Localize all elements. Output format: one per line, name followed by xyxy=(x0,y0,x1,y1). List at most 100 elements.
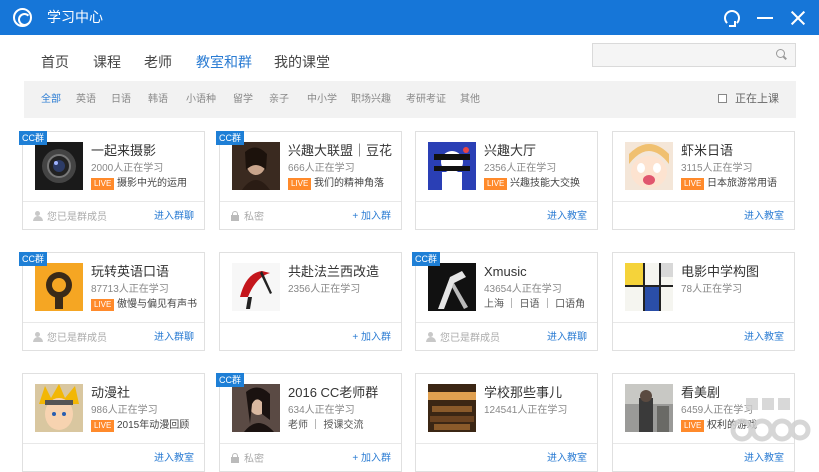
learner-count: 87713人正在学习 xyxy=(91,284,169,295)
filter-other[interactable]: 其他 xyxy=(460,94,480,106)
minimize-icon[interactable] xyxy=(756,9,774,27)
live-badge: LIVE xyxy=(681,178,705,190)
privacy-status: 私密 xyxy=(230,211,264,224)
enter-classroom-link[interactable]: 进入教室 xyxy=(547,211,587,223)
search-box xyxy=(592,43,796,67)
classroom-title: 虾米日语 xyxy=(681,143,734,158)
live-badge: LIVE xyxy=(484,178,508,190)
enter-classroom-link[interactable]: 进入教室 xyxy=(744,211,784,223)
group-thumbnail xyxy=(35,142,83,190)
tab-my-classes[interactable]: 我的课堂 xyxy=(274,53,330,71)
filter-all[interactable]: 全部 xyxy=(41,94,61,106)
card-footer: 进入教室 xyxy=(613,443,794,472)
join-group-link[interactable]: + 加入群 xyxy=(352,211,391,223)
classroom-card[interactable]: 兴趣大厅 2356人正在学习 LIVE 兴趣技能大交换 进入教室 xyxy=(415,131,598,230)
learner-count: 6459人正在学习 xyxy=(681,405,754,416)
enter-group-chat-link[interactable]: 进入群聊 xyxy=(154,332,194,344)
enter-classroom-link[interactable]: 进入教室 xyxy=(154,453,194,465)
online-only-checkbox[interactable] xyxy=(718,94,727,103)
classroom-title: 动漫社 xyxy=(91,385,131,400)
group-card[interactable]: 共赴法兰西改造 2356人正在学习 + 加入群 xyxy=(219,252,402,351)
membership-status: 您已是群成员 xyxy=(426,332,500,345)
card-footer: 进入教室 xyxy=(613,322,794,351)
live-topic: 兴趣技能大交换 xyxy=(510,178,580,189)
live-topic: 日本旅游常用语 xyxy=(707,178,777,189)
cc-group-tag: CC群 xyxy=(412,252,440,266)
filter-japanese[interactable]: 日语 xyxy=(111,94,131,106)
join-group-link[interactable]: + 加入群 xyxy=(352,332,391,344)
lock-icon xyxy=(230,211,241,221)
learner-count: 634人正在学习 xyxy=(288,405,355,416)
search-icon[interactable] xyxy=(776,49,787,60)
classroom-card[interactable]: 看美剧 6459人正在学习 LIVE 权利的游戏 进入教室 xyxy=(612,373,795,472)
filter-bar: 全部 英语 日语 韩语 小语种 留学 亲子 中小学 职场兴趣 考研考证 其他 正… xyxy=(24,81,796,118)
app-title: 学习中心 xyxy=(47,9,103,25)
enter-group-chat-link[interactable]: 进入群聊 xyxy=(547,332,587,344)
filter-english[interactable]: 英语 xyxy=(76,94,96,106)
card-footer: 进入教室 xyxy=(613,201,794,230)
learner-count: 666人正在学习 xyxy=(288,163,355,174)
tab-teachers[interactable]: 老师 xyxy=(144,53,172,71)
learner-count: 2356人正在学习 xyxy=(484,163,557,174)
classroom-thumbnail xyxy=(35,384,83,432)
cc-group-tag: CC群 xyxy=(19,131,47,145)
card-footer: 进入教室 xyxy=(416,443,597,472)
group-card[interactable]: CC群 Xmusic 43654人正在学习 上海 ｜ 日语 ｜ 口语角 您已是群… xyxy=(412,252,598,351)
cc-group-tag: CC群 xyxy=(19,252,47,266)
join-group-link[interactable]: + 加入群 xyxy=(352,453,391,465)
online-only-label: 正在上课 xyxy=(735,93,779,105)
filter-k12[interactable]: 中小学 xyxy=(307,94,337,106)
group-card[interactable]: CC群 一起来摄影 2000人正在学习 LIVE 摄影中光的运用 您已是群成员 … xyxy=(19,131,205,230)
classroom-title: 看美剧 xyxy=(681,385,721,400)
cc-group-tag: CC群 xyxy=(216,373,244,387)
close-icon[interactable] xyxy=(789,9,807,27)
headset-icon[interactable] xyxy=(722,9,740,27)
group-thumbnail xyxy=(232,263,280,311)
group-title: 玩转英语口语 xyxy=(91,264,170,279)
member-icon xyxy=(33,332,44,342)
classroom-card[interactable]: 动漫社 986人正在学习 LIVE 2015年动漫回顾 进入教室 xyxy=(22,373,205,472)
classroom-thumbnail xyxy=(428,142,476,190)
cc-group-tag: CC群 xyxy=(216,131,244,145)
group-card[interactable]: CC群 兴趣大联盟｜豆花 666人正在学习 LIVE 我们的精神角落 私密 + … xyxy=(216,131,402,230)
enter-classroom-link[interactable]: 进入教室 xyxy=(744,332,784,344)
enter-classroom-link[interactable]: 进入教室 xyxy=(547,453,587,465)
group-title: 兴趣大联盟｜豆花 xyxy=(288,143,393,158)
classroom-thumbnail xyxy=(625,384,673,432)
classroom-card[interactable]: 虾米日语 3115人正在学习 LIVE 日本旅游常用语 进入教室 xyxy=(612,131,795,230)
search-input[interactable] xyxy=(593,44,769,66)
learner-count: 3115人正在学习 xyxy=(681,163,753,174)
enter-group-chat-link[interactable]: 进入群聊 xyxy=(154,211,194,223)
group-tags: 老师 ｜ 授课交流 xyxy=(288,420,364,431)
filter-minor-languages[interactable]: 小语种 xyxy=(186,94,216,106)
tab-home[interactable]: 首页 xyxy=(41,53,69,71)
group-title: 一起来摄影 xyxy=(91,143,157,158)
classroom-title: 电影中学构图 xyxy=(681,264,760,279)
live-topic: 我们的精神角落 xyxy=(314,178,384,189)
tab-classrooms-groups[interactable]: 教室和群 xyxy=(196,53,252,71)
live-topic: 2015年动漫回顾 xyxy=(117,420,190,431)
classroom-card[interactable]: 电影中学构图 78人正在学习 进入教室 xyxy=(612,252,795,351)
group-card[interactable]: CC群 2016 CC老师群 634人正在学习 老师 ｜ 授课交流 私密 + 加… xyxy=(216,373,402,472)
tab-courses[interactable]: 课程 xyxy=(93,53,121,71)
learner-count: 986人正在学习 xyxy=(91,405,158,416)
filter-study-abroad[interactable]: 留学 xyxy=(233,94,253,106)
classroom-title: 兴趣大厅 xyxy=(484,143,537,158)
live-badge: LIVE xyxy=(288,178,312,190)
learner-count: 2000人正在学习 xyxy=(91,163,164,174)
group-card[interactable]: CC群 玩转英语口语 87713人正在学习 LIVE 傲慢与偏见有声书 您已是群… xyxy=(19,252,205,351)
enter-classroom-link[interactable]: 进入教室 xyxy=(744,453,784,465)
group-thumbnail xyxy=(35,263,83,311)
filter-parenting[interactable]: 亲子 xyxy=(269,94,289,106)
classroom-card[interactable]: 学校那些事儿 124541人正在学习 进入教室 xyxy=(415,373,598,472)
card-footer: 进入教室 xyxy=(23,443,204,472)
filter-career-interest[interactable]: 职场兴趣 xyxy=(351,94,391,106)
member-icon xyxy=(33,211,44,221)
privacy-status: 私密 xyxy=(230,453,264,466)
filter-exams[interactable]: 考研考证 xyxy=(406,94,446,106)
live-badge: LIVE xyxy=(681,420,705,432)
app-logo-icon xyxy=(13,8,32,27)
learner-count: 43654人正在学习 xyxy=(484,284,562,295)
filter-korean[interactable]: 韩语 xyxy=(148,94,168,106)
live-badge: LIVE xyxy=(91,178,115,190)
